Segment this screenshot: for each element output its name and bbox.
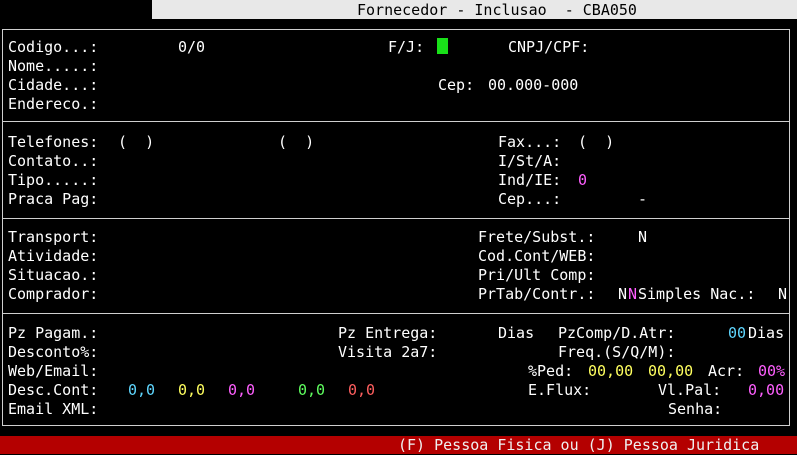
pzcomp-label: PzComp/D.Atr: (558, 324, 676, 342)
cep2-label: Cep...: (498, 190, 562, 208)
contato-label: Contato..: (8, 152, 99, 170)
desconto-label: Desconto%: (8, 343, 99, 361)
phone1-field[interactable]: ( ) (118, 133, 154, 152)
atividade-label: Atividade: (8, 247, 99, 265)
pzcomp-field[interactable]: 00 (728, 324, 746, 343)
pzentrega-label: Pz Entrega: (338, 324, 438, 342)
codigo-field[interactable]: 0/0 (178, 38, 205, 57)
comprador-label: Comprador: (8, 285, 99, 303)
fax-field[interactable]: ( ) (578, 133, 614, 152)
simples-label: Simples Nac.: (638, 285, 756, 303)
prtab-field-1[interactable]: N (618, 285, 627, 304)
desccont-field-1[interactable]: 0,0 (128, 381, 155, 400)
indie-field[interactable]: 0 (578, 171, 587, 190)
desccont-field-4[interactable]: 0,0 (298, 381, 325, 400)
pzpagam-label: Pz Pagam.: (8, 324, 99, 342)
web-label: Web/Email: (8, 362, 99, 380)
priult-label: Pri/Ult Comp: (478, 266, 596, 284)
desccont-label: Desc.Cont: (8, 381, 99, 399)
situacao-label: Situacao.: (8, 266, 99, 284)
titlebar-dark-segment (0, 0, 152, 19)
section-divider-2 (2, 218, 790, 219)
ist-label: I/St/A: (498, 152, 562, 170)
desccont-field-5[interactable]: 0,0 (348, 381, 375, 400)
emailxml-label: Email XML: (8, 400, 99, 418)
fj-label: F/J: (388, 38, 425, 56)
transport-label: Transport: (8, 228, 99, 246)
vlpal-label: Vl.Pal: (658, 381, 722, 399)
tipo-label: Tipo.....: (8, 171, 99, 189)
endereco-label: Endereco.: (8, 95, 99, 113)
section-divider-3 (2, 313, 790, 314)
cep2-field[interactable]: - (638, 190, 647, 209)
codigo-label: Codigo...: (8, 38, 99, 56)
window-titlebar: Fornecedor - Inclusao - CBA050 (0, 0, 797, 19)
cidade-label: Cidade...: (8, 76, 99, 94)
phone2-field[interactable]: ( ) (278, 133, 314, 152)
visita-label: Visita 2a7: (338, 343, 438, 361)
fax-label: Fax...: (498, 133, 562, 151)
pzcomp-unit: Dias (748, 324, 785, 342)
status-message: (F) Pessoa Fisica ou (J) Pessoa Juridica (398, 436, 760, 454)
cnpj-label: CNPJ/CPF: (508, 38, 590, 56)
cep-field[interactable]: 00.000-000 (488, 76, 578, 95)
praca-label: Praca Pag: (8, 190, 99, 208)
simples-field[interactable]: N (778, 285, 787, 304)
ped-field-2[interactable]: 00,00 (648, 362, 693, 381)
fj-input-cursor[interactable] (437, 38, 448, 54)
acr-label: Acr: (708, 362, 745, 380)
vlpal-field[interactable]: 0,00 (748, 381, 784, 400)
freq-label: Freq.(S/Q/M): (558, 343, 676, 361)
ped-label: %Ped: (528, 362, 574, 380)
ped-field-1[interactable]: 00,00 (588, 362, 633, 381)
desccont-field-2[interactable]: 0,0 (178, 381, 205, 400)
prtab-field-2[interactable]: N (628, 285, 637, 304)
telefones-label: Telefones: (8, 133, 99, 151)
prtab-label: PrTab/Contr.: (478, 285, 596, 303)
codcont-label: Cod.Cont/WEB: (478, 247, 596, 265)
window-title: Fornecedor - Inclusao - CBA050 (357, 1, 637, 19)
nome-label: Nome.....: (8, 57, 99, 75)
status-bar: (F) Pessoa Fisica ou (J) Pessoa Juridica (0, 436, 797, 454)
frete-field[interactable]: N (638, 228, 647, 247)
section-divider-1 (2, 121, 790, 122)
senha-label: Senha: (668, 400, 723, 418)
eflux-label: E.Flux: (528, 381, 592, 399)
frete-label: Frete/Subst.: (478, 228, 596, 246)
acr-field[interactable]: 00% (758, 362, 785, 381)
indie-label: Ind/IE: (498, 171, 562, 189)
desccont-field-3[interactable]: 0,0 (228, 381, 255, 400)
cep-label: Cep: (438, 76, 475, 94)
dias-label: Dias (498, 324, 535, 342)
